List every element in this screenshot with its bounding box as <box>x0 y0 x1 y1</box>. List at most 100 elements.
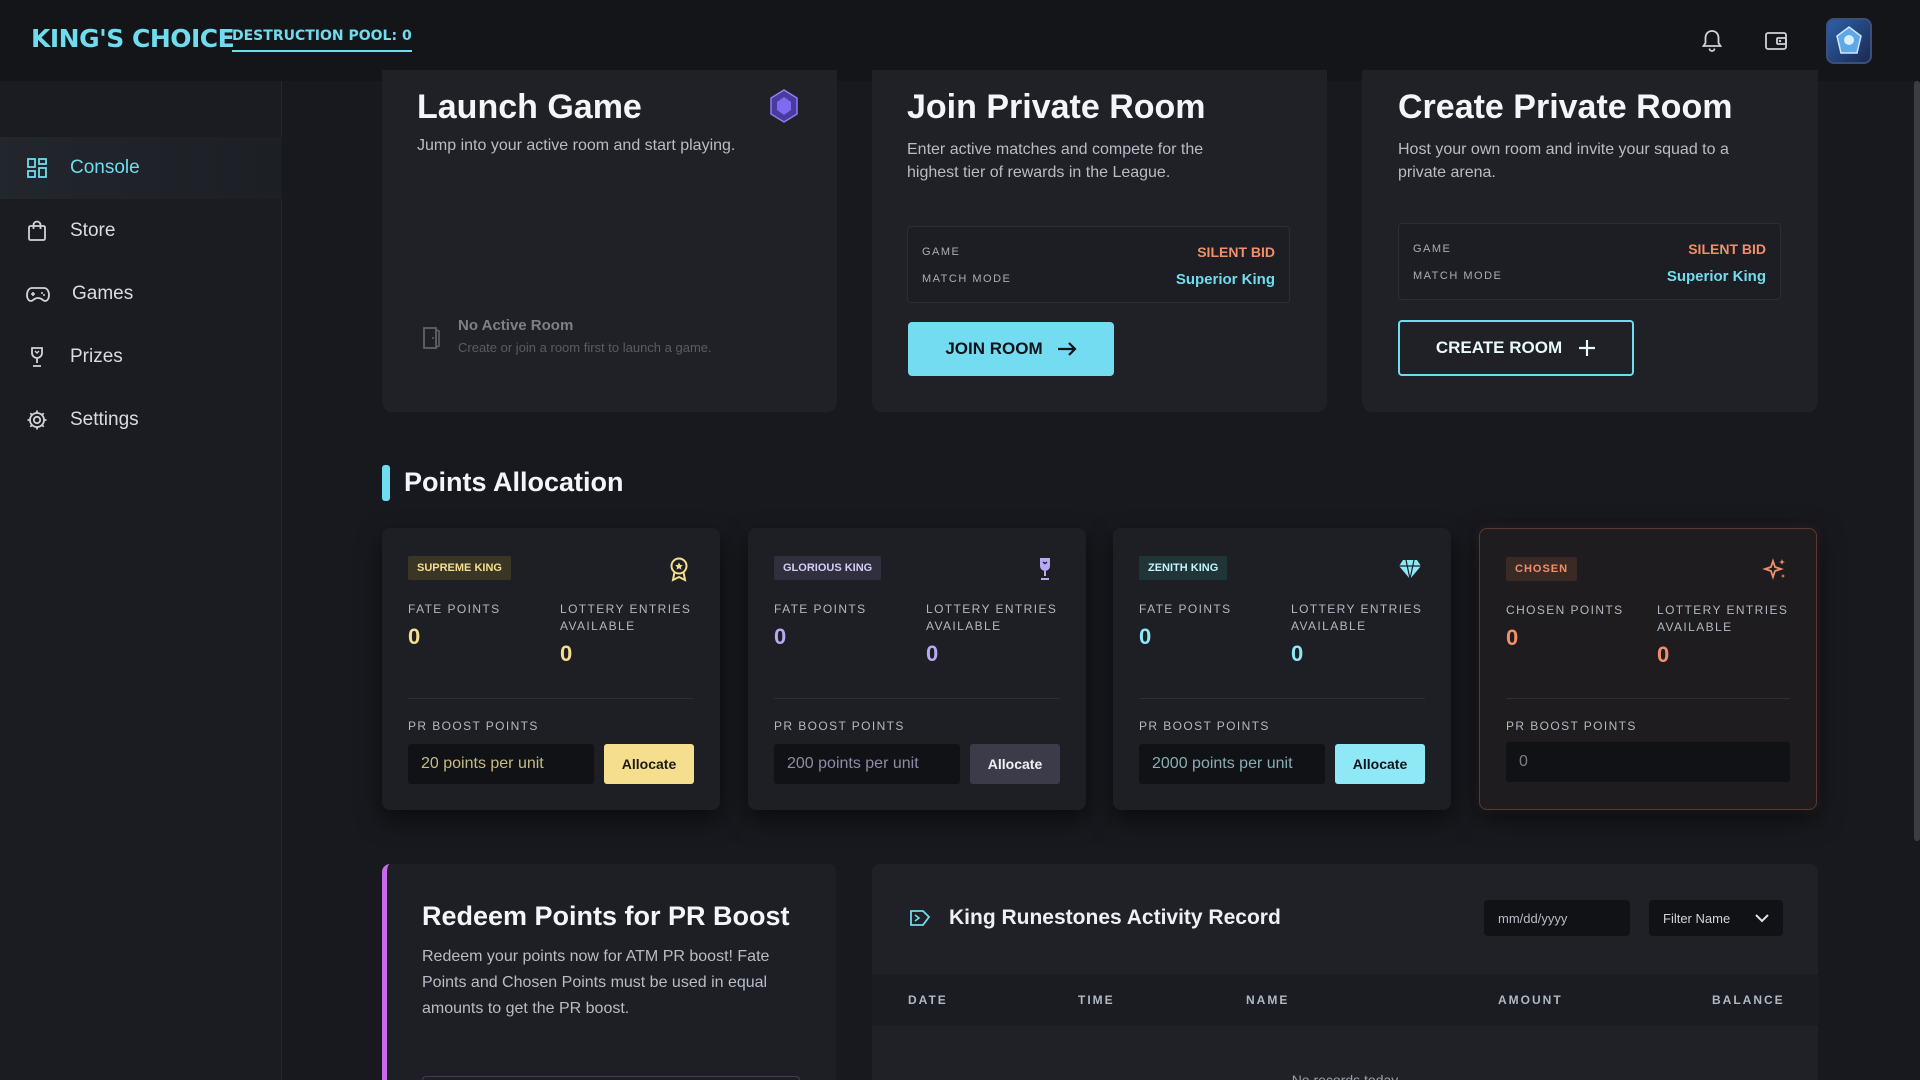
redeem-line-1: Redeem your points now for ATM PR boost!… <box>422 948 770 965</box>
app-logo[interactable]: KING'S CHOICE <box>31 24 235 53</box>
match-mode-value: Superior King <box>1666 268 1766 285</box>
rune-icon <box>908 907 932 934</box>
trophy-icon <box>1040 558 1050 580</box>
date-input[interactable]: mm/dd/yyyy <box>1484 900 1630 936</box>
tier-badge: ZENITH KING <box>1139 556 1228 580</box>
fate-points-value: 0 <box>408 624 421 649</box>
dashboard-icon <box>27 158 47 178</box>
join-subtitle-1: Enter active matches and compete for the <box>907 141 1204 158</box>
sidebar-item-settings[interactable]: Settings <box>0 389 282 451</box>
pr-boost-label: PR BOOST POINTS <box>408 719 539 733</box>
gem-icon <box>767 88 801 129</box>
allocate-button[interactable]: Allocate <box>1335 744 1425 784</box>
page-scrollbar[interactable] <box>1914 81 1920 841</box>
join-subtitle-2: highest tier of rewards in the League. <box>907 164 1171 181</box>
column-balance: BALANCE <box>1712 993 1785 1007</box>
bag-icon <box>28 220 46 241</box>
points-card-supreme-king: SUPREME KING FATE POINTS 0 LOTTERY ENTRI… <box>382 528 720 810</box>
gamepad-icon <box>26 287 50 302</box>
fate-points-label: FATE POINTS <box>774 602 867 616</box>
chevron-down-icon <box>1755 913 1769 922</box>
join-info-box: GAME SILENT BID MATCH MODE Superior King <box>907 226 1290 303</box>
pr-boost-input[interactable]: 0 <box>1506 742 1790 782</box>
filter-name-select[interactable]: Filter Name <box>1649 900 1783 936</box>
fate-points-value: 0 <box>774 624 787 649</box>
launch-title: Launch Game <box>417 88 642 126</box>
create-subtitle-2: private arena. <box>1398 164 1496 181</box>
award-icon <box>670 557 688 582</box>
pr-boost-label: PR BOOST POINTS <box>774 719 905 733</box>
create-room-card: Create Private Room Host your own room a… <box>1362 70 1818 412</box>
lottery-label-2: AVAILABLE <box>1657 620 1733 634</box>
allocate-button[interactable]: Allocate <box>970 744 1060 784</box>
join-room-label: JOIN ROOM <box>945 339 1043 358</box>
no-active-room-sub: Create or join a room first to launch a … <box>458 340 712 355</box>
points-card-chosen: CHOSEN CHOSEN POINTS 0 LOTTERY ENTRIES A… <box>1479 528 1817 810</box>
redeem-input-edge[interactable] <box>422 1076 800 1080</box>
create-room-button[interactable]: CREATE ROOM <box>1398 320 1634 376</box>
lottery-label-2: AVAILABLE <box>926 619 1002 633</box>
wallet-icon[interactable] <box>1762 27 1790 55</box>
game-value: SILENT BID <box>1197 244 1275 260</box>
points-card-zenith-king: ZENITH KING FATE POINTS 0 LOTTERY ENTRIE… <box>1113 528 1451 810</box>
game-label: GAME <box>1413 243 1452 255</box>
avatar[interactable] <box>1826 18 1872 64</box>
fate-points-label: FATE POINTS <box>408 602 501 616</box>
divider <box>1506 698 1790 699</box>
table-header: DATE TIME NAME AMOUNT BALANCE <box>872 974 1818 1026</box>
gear-icon <box>27 410 47 430</box>
join-room-button[interactable]: JOIN ROOM <box>908 322 1114 376</box>
lottery-value: 0 <box>1657 642 1670 667</box>
sidebar-item-prizes[interactable]: Prizes <box>0 326 282 388</box>
sidebar-item-label: Prizes <box>70 346 123 367</box>
plus-icon <box>1579 340 1596 356</box>
lottery-label-1: LOTTERY ENTRIES <box>560 602 692 616</box>
match-mode-label: MATCH MODE <box>1413 270 1503 282</box>
pr-boost-input[interactable]: 20 points per unit <box>408 744 594 784</box>
create-title: Create Private Room <box>1398 88 1733 126</box>
activity-record-card: King Runestones Activity Record mm/dd/yy… <box>872 864 1818 1080</box>
record-title: King Runestones Activity Record <box>949 906 1281 929</box>
lottery-label-1: LOTTERY ENTRIES <box>1657 603 1789 617</box>
pr-boost-label: PR BOOST POINTS <box>1139 719 1270 733</box>
door-icon <box>420 326 442 355</box>
lottery-value: 0 <box>1291 641 1304 666</box>
create-info-box: GAME SILENT BID MATCH MODE Superior King <box>1398 223 1781 300</box>
create-room-label: CREATE ROOM <box>1435 338 1563 357</box>
chosen-points-value: 0 <box>1506 625 1519 650</box>
allocate-button[interactable]: Allocate <box>604 744 694 784</box>
column-time: TIME <box>1078 993 1115 1007</box>
arrow-right-icon <box>1057 342 1077 356</box>
destruction-pool-tab[interactable]: DESTRUCTION POOL: 0 <box>232 28 412 52</box>
match-mode-value: Superior King <box>1175 271 1275 288</box>
tier-badge: SUPREME KING <box>408 556 511 580</box>
bell-icon[interactable] <box>1698 27 1726 55</box>
redeem-line-2: Points and Chosen Points must be used in… <box>422 974 768 991</box>
sidebar-item-games[interactable]: Games <box>0 263 282 325</box>
sidebar-item-label: Store <box>70 220 116 241</box>
column-name: NAME <box>1246 993 1290 1007</box>
no-active-room-title: No Active Room <box>458 317 574 334</box>
pr-boost-input[interactable]: 200 points per unit <box>774 744 960 784</box>
join-title: Join Private Room <box>907 88 1206 126</box>
top-bar: KING'S CHOICE DESTRUCTION POOL: 0 <box>0 0 1920 81</box>
sparkle-icon <box>1762 558 1785 580</box>
redeem-line-3: amounts to get the PR boost. <box>422 1000 630 1017</box>
points-allocation-title: Points Allocation <box>404 467 624 497</box>
divider <box>408 698 694 699</box>
column-amount: AMOUNT <box>1498 993 1563 1007</box>
game-value: SILENT BID <box>1688 241 1766 257</box>
match-mode-label: MATCH MODE <box>922 273 1012 285</box>
launch-subtitle: Jump into your active room and start pla… <box>417 137 736 154</box>
sidebar-item-console[interactable]: Console <box>0 137 282 199</box>
sidebar-item-store[interactable]: Store <box>0 200 282 262</box>
pr-boost-input[interactable]: 2000 points per unit <box>1139 744 1325 784</box>
diamond-icon <box>1399 559 1421 580</box>
sidebar: Console Store Games Prizes Settings <box>0 81 282 1080</box>
create-subtitle-1: Host your own room and invite your squad… <box>1398 141 1729 158</box>
join-room-card: Join Private Room Enter active matches a… <box>872 70 1327 412</box>
trophy-icon <box>31 347 43 367</box>
section-accent-bar <box>382 465 390 501</box>
lottery-value: 0 <box>560 641 573 666</box>
divider <box>774 698 1060 699</box>
